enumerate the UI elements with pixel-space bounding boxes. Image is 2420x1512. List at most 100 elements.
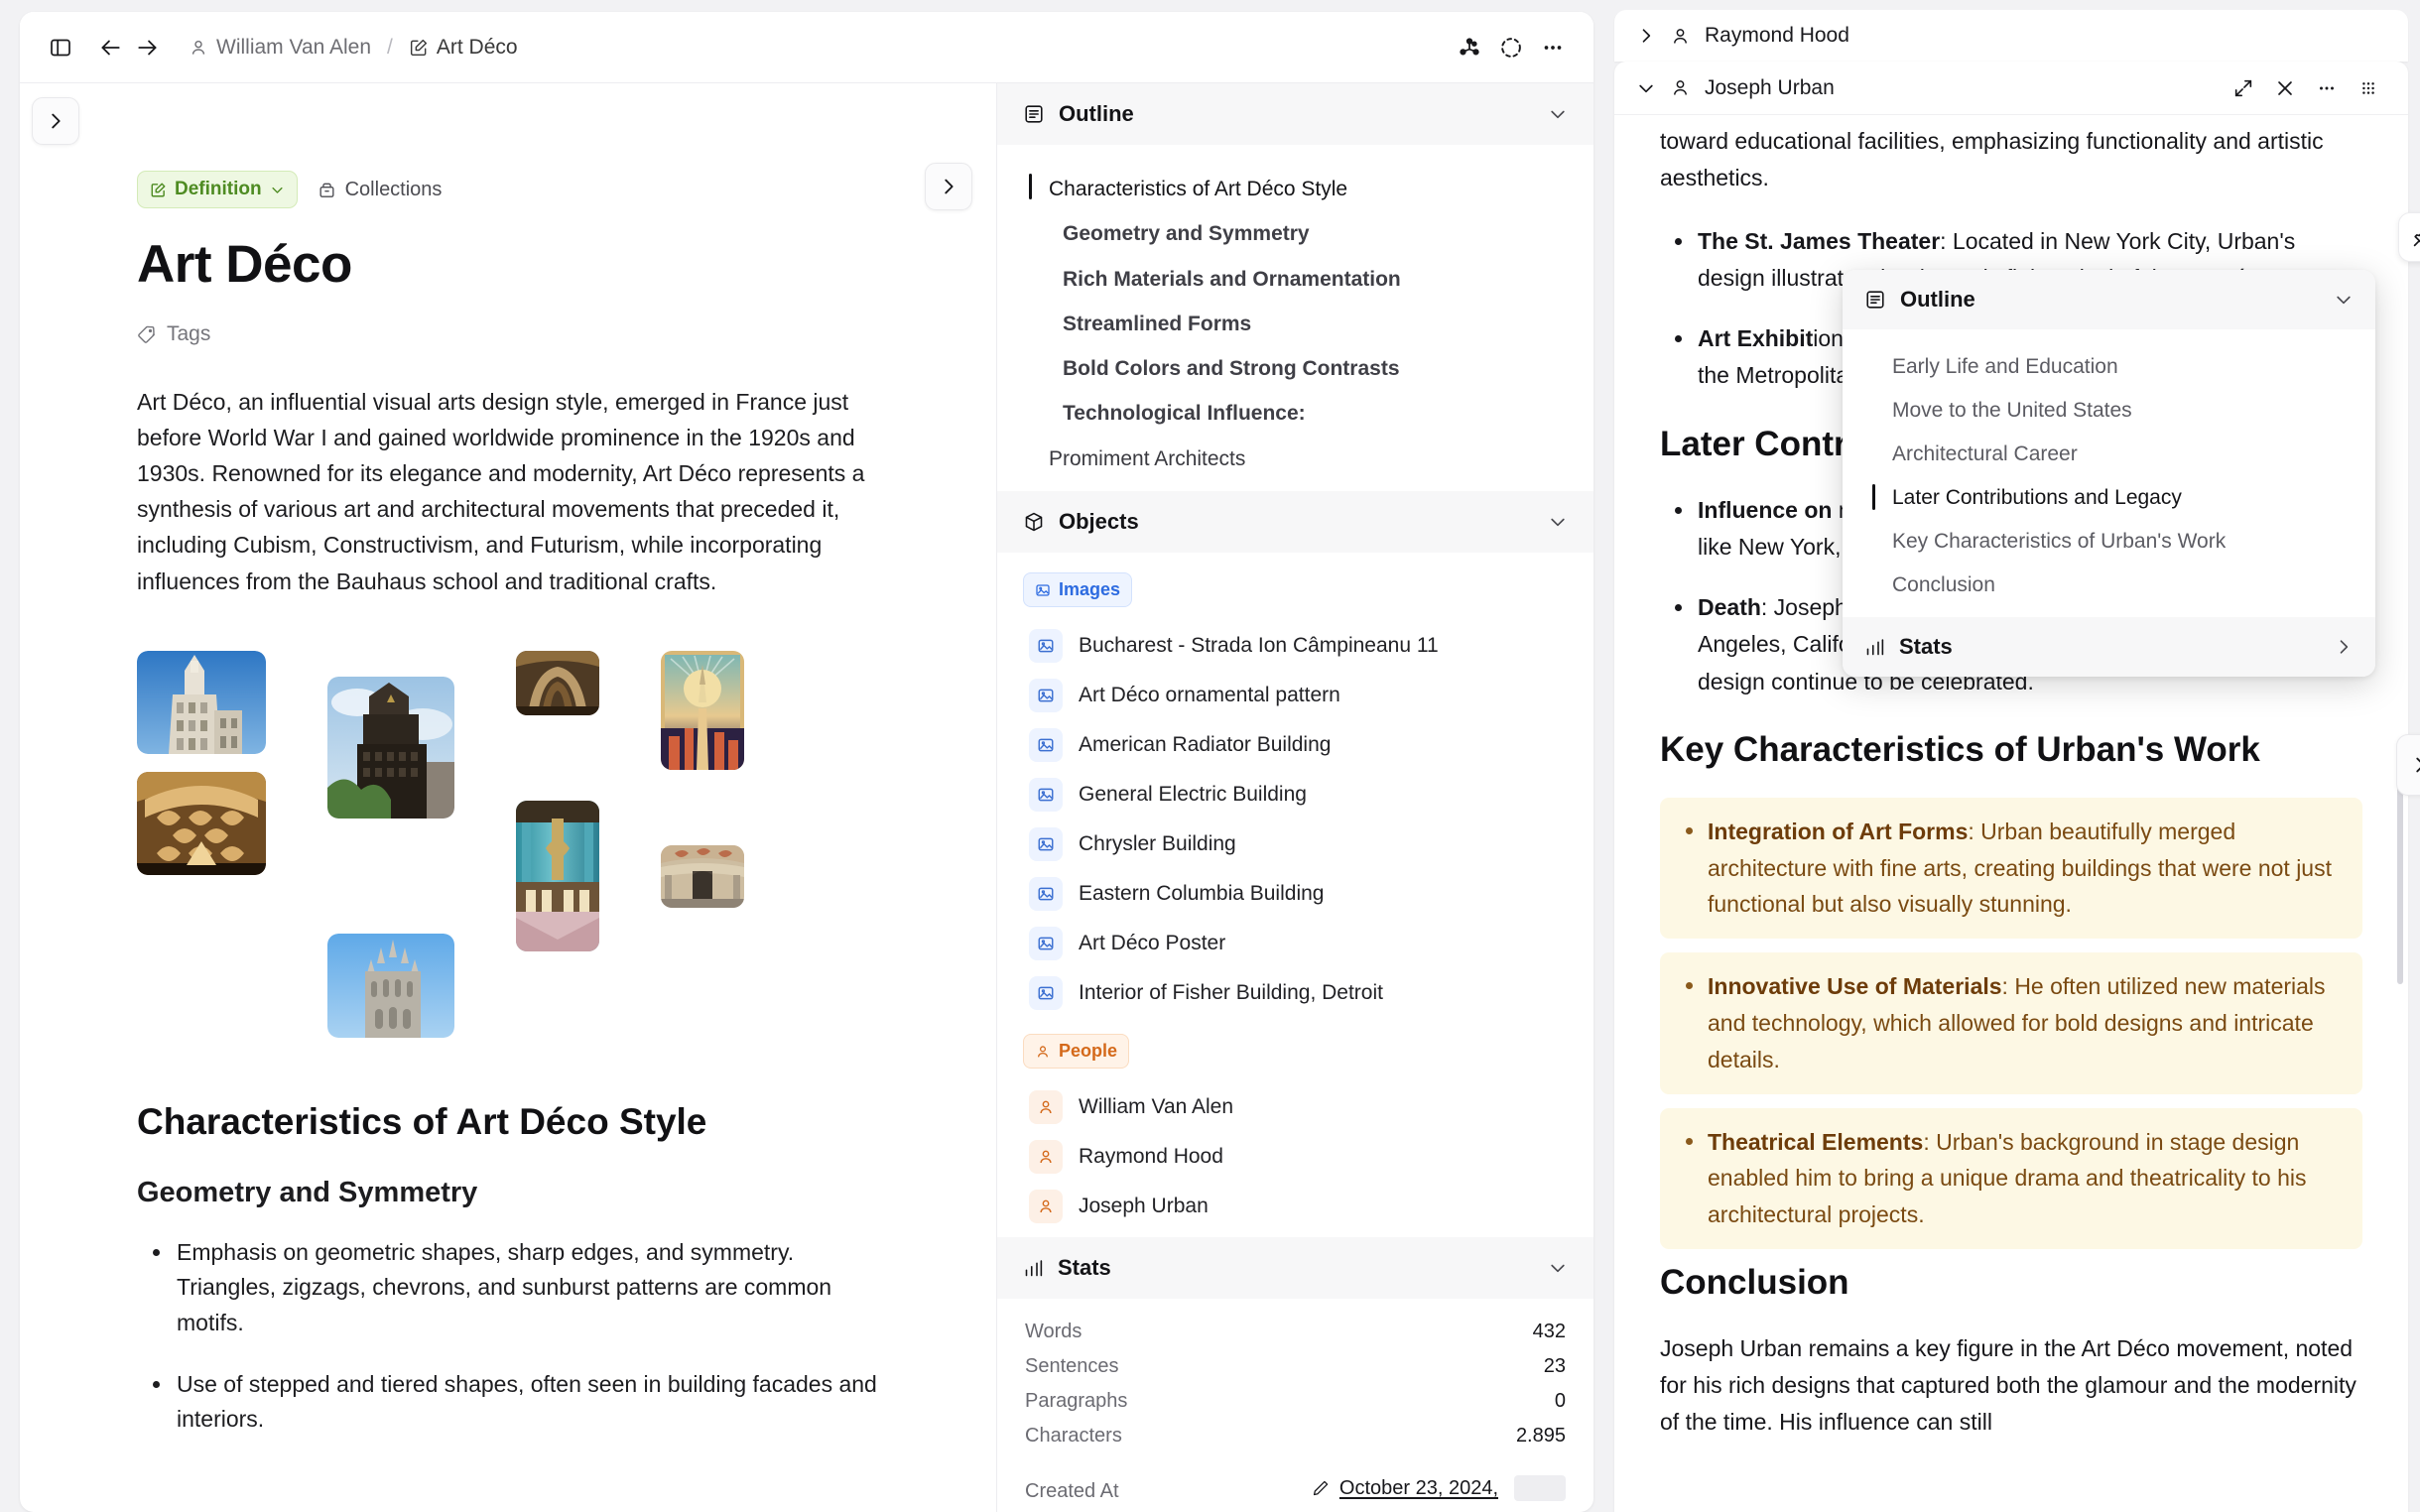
created-at-row: Created At October 23, 2024,	[1025, 1469, 1566, 1509]
objects-filter-images[interactable]: Images	[1023, 572, 1132, 607]
expand-icon[interactable]	[2226, 70, 2261, 106]
popup-outline-header[interactable]: Outline	[1843, 270, 2375, 329]
list-document-icon	[1023, 103, 1045, 125]
dashed-circle-icon[interactable]	[1492, 29, 1530, 66]
outline-item[interactable]: Promiment Architects	[1023, 437, 1568, 481]
object-label: Joseph Urban	[1079, 1195, 1209, 1218]
list-item: Theatrical Elements: Urban's background …	[1660, 1124, 2345, 1233]
outline-item[interactable]: Geometry and Symmetry	[1023, 211, 1568, 256]
person-icon	[1029, 1190, 1063, 1223]
object-label: Raymond Hood	[1079, 1145, 1223, 1169]
gallery-image-eastern-columbia[interactable]	[516, 801, 599, 951]
chevron-down-icon[interactable]	[1636, 78, 1656, 98]
collections-button[interactable]: Collections	[318, 179, 443, 201]
bullet-lead: Integration of Art Forms	[1708, 819, 1968, 844]
list-item: Integration of Art Forms: Urban beautifu…	[1660, 814, 2345, 923]
highlight-box: Innovative Use of Materials: He often ut…	[1660, 952, 2362, 1093]
pin-icon[interactable]	[2398, 212, 2420, 262]
type-pill-definition[interactable]: Definition	[137, 171, 298, 208]
drag-handle-icon[interactable]	[2351, 70, 2386, 106]
popup-outline-item[interactable]: Later Contributions and Legacy	[1864, 476, 2354, 520]
popup-outline-item[interactable]: Early Life and Education	[1864, 345, 2354, 389]
chevron-down-icon[interactable]	[1548, 1258, 1568, 1278]
object-image-row[interactable]: Eastern Columbia Building	[1023, 869, 1568, 919]
breadcrumb-item-document[interactable]: Art Déco	[403, 32, 524, 63]
expand-left-sidebar-button[interactable]	[32, 97, 79, 145]
object-image-row[interactable]: Art Déco Poster	[1023, 919, 1568, 968]
object-image-row[interactable]: Chrysler Building	[1023, 819, 1568, 869]
outline-item[interactable]: Streamlined Forms	[1023, 302, 1568, 346]
document-bullet-list: Emphasis on geometric shapes, sharp edge…	[137, 1235, 879, 1438]
chevron-right-icon[interactable]	[1636, 26, 1656, 46]
gallery-image-chrysler-building[interactable]	[327, 934, 454, 1038]
object-person-row[interactable]: William Van Alen	[1023, 1082, 1568, 1132]
bar-chart-icon	[1864, 637, 1885, 658]
close-icon[interactable]	[2267, 70, 2303, 106]
sidebar-toggle-icon[interactable]	[42, 29, 79, 66]
outline-item[interactable]: Rich Materials and Ornamentation	[1023, 257, 1568, 302]
outline-section-header[interactable]: Outline	[997, 83, 1593, 145]
page-title: Art Déco	[137, 234, 879, 295]
stats-row: Sentences 23	[1025, 1349, 1566, 1384]
outline-item[interactable]: Technological Influence:	[1023, 391, 1568, 436]
chevron-down-icon	[270, 183, 285, 197]
bullet-lead: Innovative Use of Materials	[1708, 973, 2002, 999]
chevron-down-icon[interactable]	[1548, 104, 1568, 124]
peek-collapsed-raymond-hood[interactable]: Raymond Hood	[1614, 10, 2408, 62]
popup-outline-item[interactable]: Move to the United States	[1864, 389, 2354, 433]
tags-row[interactable]: Tags	[137, 322, 879, 346]
outline-item[interactable]: Characteristics of Art Déco Style	[1023, 167, 1568, 211]
stats-section-header[interactable]: Stats	[997, 1237, 1593, 1299]
object-person-row[interactable]: Joseph Urban	[1023, 1182, 1568, 1231]
object-image-row[interactable]: Bucharest - Strada Ion Câmpineanu 11	[1023, 621, 1568, 671]
forward-button[interactable]	[129, 29, 167, 66]
created-at-value-wrap[interactable]: October 23, 2024,	[1312, 1475, 1566, 1501]
ellipsis-icon[interactable]	[1534, 29, 1572, 66]
floating-outline-popup: Outline Early Life and Education Move to…	[1843, 270, 2375, 677]
gallery-image-general-electric[interactable]	[516, 651, 599, 715]
breadcrumb-item-person[interactable]: William Van Alen	[183, 32, 377, 63]
list-item: Innovative Use of Materials: He often ut…	[1660, 968, 2345, 1077]
cube-icon	[1023, 511, 1045, 533]
popup-outline-item[interactable]: Key Characteristics of Urban's Work	[1864, 520, 2354, 564]
popup-outline-item[interactable]: Architectural Career	[1864, 433, 2354, 476]
list-item: Emphasis on geometric shapes, sharp edge…	[137, 1235, 879, 1341]
next-peek-button[interactable]	[2396, 734, 2420, 796]
stats-row: Characters 2.895	[1025, 1419, 1566, 1453]
document-scroll-area[interactable]: Definition Collections	[20, 83, 997, 1512]
image-icon	[1029, 827, 1063, 861]
stats-value: 23	[1544, 1355, 1566, 1378]
gallery-image-art-deco-poster[interactable]	[661, 651, 744, 770]
person-icon	[1029, 1140, 1063, 1174]
stats-value: 0	[1555, 1390, 1566, 1413]
gallery-image-bucharest[interactable]	[137, 651, 266, 754]
chevron-down-icon[interactable]	[1548, 512, 1568, 532]
back-button[interactable]	[91, 29, 129, 66]
outline-item[interactable]: Bold Colors and Strong Contrasts	[1023, 346, 1568, 391]
highlight-box: Integration of Art Forms: Urban beautifu…	[1660, 798, 2362, 939]
object-image-row[interactable]: American Radiator Building	[1023, 720, 1568, 770]
objects-filter-people[interactable]: People	[1023, 1034, 1129, 1069]
objects-section-header[interactable]: Objects	[997, 491, 1593, 553]
type-pill-label: Definition	[175, 179, 262, 200]
gallery-image-ornamental-pattern[interactable]	[137, 772, 266, 875]
peek-heading-key-characteristics: Key Characteristics of Urban's Work	[1660, 730, 2362, 770]
popup-outline-item[interactable]: Conclusion	[1864, 564, 2354, 607]
object-image-row[interactable]: Interior of Fisher Building, Detroit	[1023, 968, 1568, 1018]
chevron-down-icon[interactable]	[2334, 290, 2354, 310]
ellipsis-icon[interactable]	[2309, 70, 2345, 106]
images-chip-label: Images	[1059, 579, 1120, 600]
chevron-right-icon[interactable]	[2334, 637, 2354, 657]
gallery-image-fisher-building-interior[interactable]	[661, 845, 744, 908]
object-person-row[interactable]: Raymond Hood	[1023, 1132, 1568, 1182]
graph-icon[interactable]	[1451, 29, 1488, 66]
gallery-image-american-radiator[interactable]	[327, 677, 454, 819]
popup-stats-row[interactable]: Stats	[1843, 617, 2375, 677]
breadcrumb-person-label: William Van Alen	[216, 36, 371, 60]
peek-header: Joseph Urban	[1614, 62, 2408, 115]
object-image-row[interactable]: Art Déco ornamental pattern	[1023, 671, 1568, 720]
next-page-button[interactable]	[925, 163, 972, 210]
object-image-row[interactable]: General Electric Building	[1023, 770, 1568, 819]
bullet-lead: Influence on	[1698, 497, 1832, 523]
image-icon	[1029, 728, 1063, 762]
